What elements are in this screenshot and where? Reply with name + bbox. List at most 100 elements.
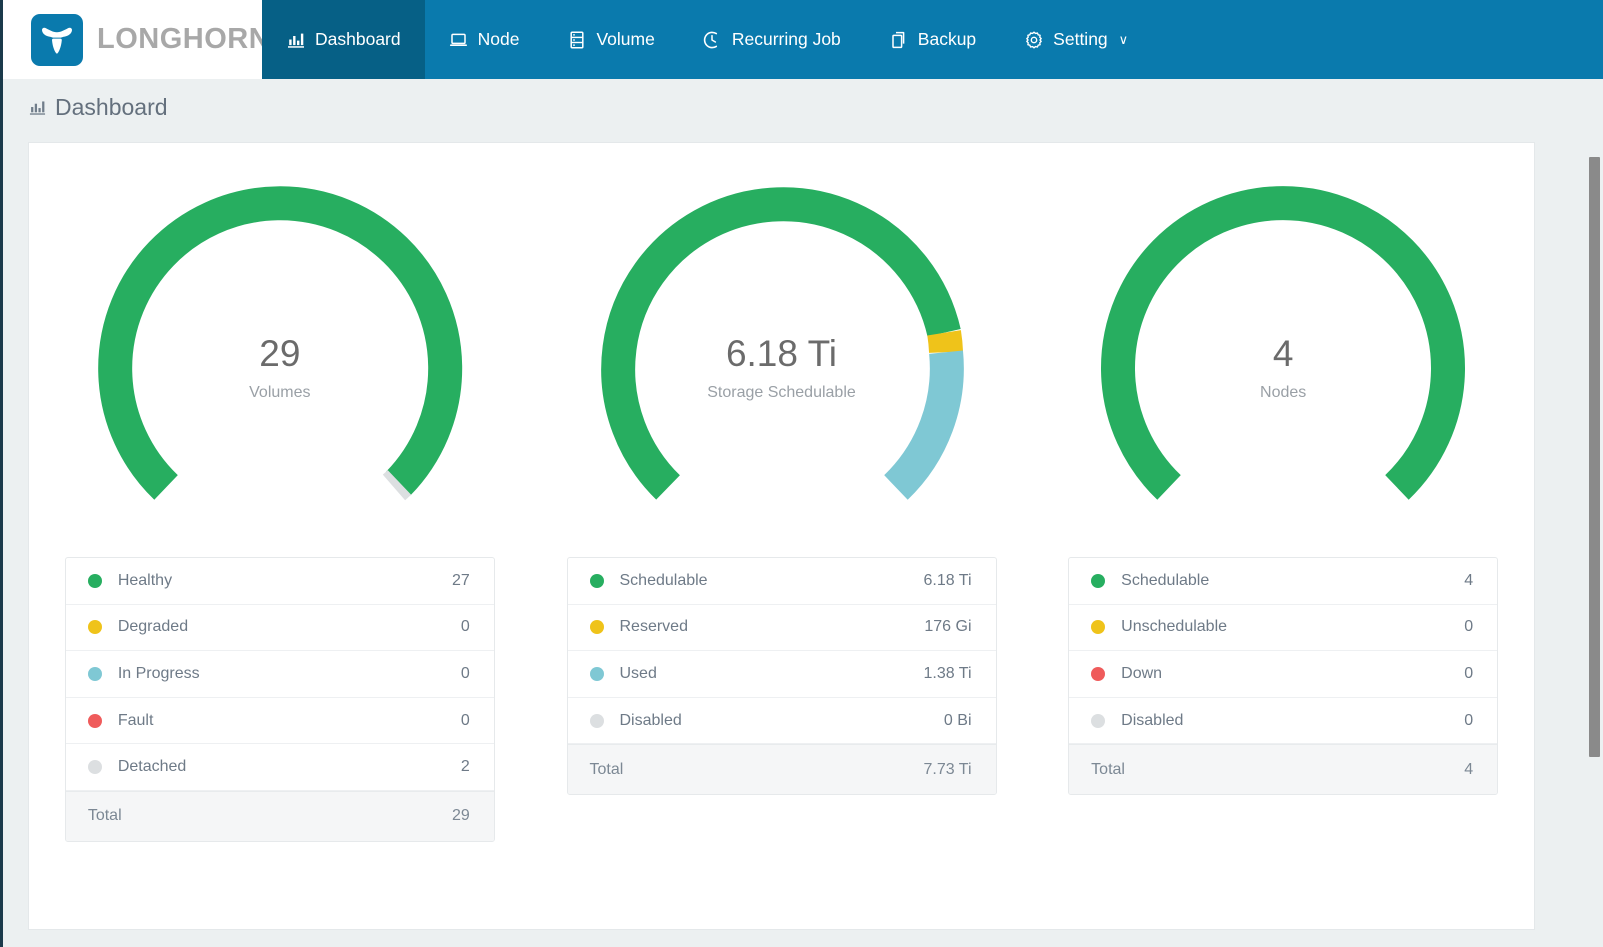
legend-total-value: 7.73 Ti: [923, 761, 971, 779]
nav-item-recurring-job[interactable]: Recurring Job: [679, 0, 865, 79]
nav-item-label: Setting: [1053, 29, 1107, 50]
nodes-legend-table: Schedulable 4 Unschedulable 0 Down 0 Dis…: [1068, 557, 1498, 795]
legend-label: Used: [620, 665, 924, 683]
legend-row[interactable]: In Progress 0: [66, 651, 494, 698]
legend-label: Schedulable: [620, 572, 924, 590]
legend-row[interactable]: Degraded 0: [66, 605, 494, 652]
nav-item-label: Recurring Job: [732, 29, 841, 50]
legend-row[interactable]: Detached 2: [66, 744, 494, 791]
top-navbar: LONGHORN Dashboard Node: [3, 0, 1603, 79]
legend-value: 0: [1464, 665, 1473, 683]
legend-total-label: Total: [1091, 761, 1464, 779]
nav-item-label: Volume: [596, 29, 654, 50]
legend-total-row: Total 7.73 Ti: [568, 744, 996, 794]
dashboard-card: 29 Volumes Healthy 27 Degraded 0 In Pr: [28, 142, 1535, 930]
nav-item-label: Dashboard: [315, 29, 401, 50]
legend-value: 4: [1464, 572, 1473, 590]
status-dot-disabled: [590, 714, 604, 728]
nav-item-dashboard[interactable]: Dashboard: [262, 0, 425, 79]
legend-value: 27: [452, 572, 470, 590]
legend-row[interactable]: Schedulable 6.18 Ti: [568, 558, 996, 605]
nav-item-setting[interactable]: Setting ∨: [1000, 0, 1152, 79]
legend-total-row: Total 29: [66, 791, 494, 841]
legend-value: 176 Gi: [924, 618, 971, 636]
legend-value: 1.38 Ti: [923, 665, 971, 683]
brand-name: LONGHORN: [97, 23, 270, 56]
longhorn-bull-icon: [31, 14, 83, 66]
legend-total-row: Total 4: [1069, 744, 1497, 794]
storage-gauge-chart: 6.18 Ti Storage Schedulable: [577, 165, 987, 537]
volumes-gauge-panel: 29 Volumes Healthy 27 Degraded 0 In Pr: [29, 165, 531, 842]
volumes-legend-table: Healthy 27 Degraded 0 In Progress 0 Faul…: [65, 557, 495, 842]
legend-label: Healthy: [118, 572, 452, 590]
status-dot-reserved: [590, 620, 604, 634]
legend-row[interactable]: Healthy 27: [66, 558, 494, 605]
legend-label: Detached: [118, 758, 461, 776]
legend-value: 0: [461, 618, 470, 636]
laptop-icon: [449, 30, 468, 49]
legend-value: 0: [1464, 712, 1473, 730]
page-scrollbar-thumb[interactable]: [1589, 157, 1600, 757]
nav-item-node[interactable]: Node: [425, 0, 544, 79]
legend-label: Schedulable: [1121, 572, 1464, 590]
legend-row[interactable]: Used 1.38 Ti: [568, 651, 996, 698]
legend-value: 6.18 Ti: [923, 572, 971, 590]
legend-label: In Progress: [118, 665, 461, 683]
legend-label: Down: [1121, 665, 1464, 683]
legend-total-label: Total: [88, 807, 452, 825]
bar-chart-icon: [286, 30, 305, 49]
nav-item-label: Backup: [918, 29, 976, 50]
legend-label: Degraded: [118, 618, 461, 636]
nav-item-label: Node: [478, 29, 520, 50]
page-title: Dashboard: [55, 94, 168, 121]
nav-items: Dashboard Node: [262, 0, 1152, 79]
legend-row[interactable]: Unschedulable 0: [1069, 605, 1497, 652]
status-dot-disabled: [1091, 714, 1105, 728]
legend-row[interactable]: Down 0: [1069, 651, 1497, 698]
legend-row[interactable]: Disabled 0 Bi: [568, 698, 996, 745]
bar-chart-icon: [28, 99, 46, 117]
chevron-down-icon: ∨: [1119, 33, 1129, 46]
nodes-gauge-panel: 4 Nodes Schedulable 4 Unschedulable 0: [1032, 165, 1534, 842]
clock-icon: [703, 30, 722, 49]
volumes-gauge-chart: 29 Volumes: [75, 165, 485, 537]
legend-label: Unschedulable: [1121, 618, 1464, 636]
status-dot-used: [590, 667, 604, 681]
status-dot-healthy: [88, 574, 102, 588]
legend-row[interactable]: Disabled 0: [1069, 698, 1497, 745]
status-dot-schedulable: [1091, 574, 1105, 588]
legend-row[interactable]: Schedulable 4: [1069, 558, 1497, 605]
nav-item-volume[interactable]: Volume: [543, 0, 678, 79]
status-dot-schedulable: [590, 574, 604, 588]
legend-label: Reserved: [620, 618, 925, 636]
nav-item-backup[interactable]: Backup: [865, 0, 1000, 79]
status-dot-unschedulable: [1091, 620, 1105, 634]
legend-row[interactable]: Fault 0: [66, 698, 494, 745]
legend-label: Fault: [118, 712, 461, 730]
legend-total-value: 29: [452, 807, 470, 825]
legend-total-label: Total: [590, 761, 924, 779]
legend-value: 0 Bi: [944, 712, 972, 730]
legend-value: 2: [461, 758, 470, 776]
status-dot-degraded: [88, 620, 102, 634]
page-header: Dashboard: [3, 79, 1603, 136]
page-scrollbar-track[interactable]: [1586, 79, 1603, 947]
legend-total-value: 4: [1464, 761, 1473, 779]
status-dot-in-progress: [88, 667, 102, 681]
status-dot-fault: [88, 714, 102, 728]
legend-row[interactable]: Reserved 176 Gi: [568, 605, 996, 652]
nodes-gauge-chart: 4 Nodes: [1078, 165, 1488, 537]
status-dot-down: [1091, 667, 1105, 681]
legend-label: Disabled: [1121, 712, 1464, 730]
database-stack-icon: [567, 30, 586, 49]
legend-value: 0: [461, 665, 470, 683]
gear-icon: [1024, 30, 1043, 49]
brand-logo-area[interactable]: LONGHORN: [3, 0, 262, 79]
storage-gauge-panel: 6.18 Ti Storage Schedulable Schedulable …: [531, 165, 1033, 842]
status-dot-detached: [88, 760, 102, 774]
gauges-row: 29 Volumes Healthy 27 Degraded 0 In Pr: [29, 143, 1534, 842]
legend-label: Disabled: [620, 712, 944, 730]
storage-legend-table: Schedulable 6.18 Ti Reserved 176 Gi Used…: [567, 557, 997, 795]
legend-value: 0: [461, 712, 470, 730]
copy-icon: [889, 30, 908, 49]
